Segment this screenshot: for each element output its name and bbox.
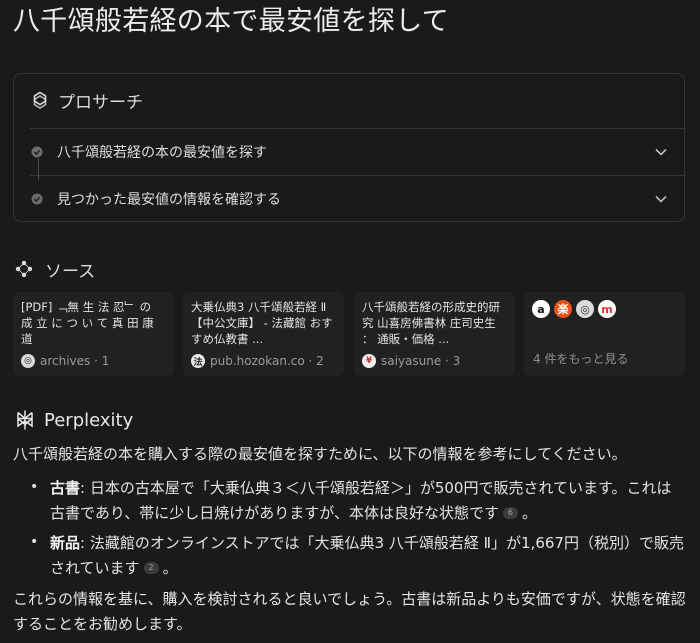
- answer-bullet: 古書: 日本の古本屋で「大乗仏典３＜八千頌般若経＞」が500円で販売されています…: [50, 476, 686, 526]
- more-sources-label: 4 件をもっと見る: [533, 352, 629, 366]
- bullet-end: 。: [162, 559, 178, 577]
- source-meta: 法 pub.hozokan.co · 2: [191, 354, 324, 368]
- source-title: [PDF] ﹁無 生 法 忍﹂ の 成 立 に つ い て 真 田 康 道: [21, 300, 154, 346]
- answer-conclusion: これらの情報を基に、購入を検討されると良いでしょう。古書は新品よりも安価ですが、…: [13, 590, 686, 633]
- sources-header: ソース: [14, 257, 96, 282]
- bullet-label: 新品: [50, 534, 81, 552]
- answer-header: Perplexity: [14, 407, 133, 433]
- pro-search-step[interactable]: 見つかった最安値の情報を確認する: [30, 175, 686, 222]
- answer-intro: 八千頌般若経の本を購入する際の最安値を探すために、以下の情報を参考にしてください…: [13, 445, 627, 463]
- sources-icon: [15, 260, 33, 278]
- source-meta: ◎ archives · 1: [21, 354, 109, 368]
- bullet-label: 古書: [50, 479, 81, 497]
- globe-icon: ◎: [21, 354, 35, 368]
- bullet-text: : 日本の古本屋で「大乗仏典３＜八千頌般若経＞」が500円で販売されています。こ…: [50, 479, 672, 522]
- source-site: archives · 1: [40, 354, 110, 368]
- sources-label: ソース: [45, 261, 96, 282]
- more-sources-icons: a 楽 ◎ m: [532, 300, 620, 318]
- source-site: saiyasune · 3: [381, 354, 461, 368]
- source-title: 大乗仏典3 八千頌般若経 Ⅱ 【中公文庫】 - 法藏館 おすすめ仏教書 ...: [191, 300, 333, 346]
- citation-badge[interactable]: 2: [143, 562, 159, 574]
- pro-search-step[interactable]: 八千頌般若経の本の最安値を探す: [30, 128, 686, 175]
- more-sources-card[interactable]: a 楽 ◎ m 4 件をもっと見る: [524, 292, 685, 376]
- bullet-marker: •: [30, 479, 39, 495]
- pro-search-icon: [33, 91, 47, 109]
- source-card[interactable]: 大乗仏典3 八千頌般若経 Ⅱ 【中公文庫】 - 法藏館 おすすめ仏教書 ... …: [183, 292, 344, 376]
- saiyasune-favicon: ¥: [362, 354, 376, 368]
- source-card[interactable]: 八千頌般若経の形成史的研究 山喜房佛書林 庄司史生 ： 通販・価格 ... ¥ …: [354, 292, 515, 376]
- hozokan-favicon: 法: [191, 354, 205, 368]
- step-check-icon: [31, 193, 43, 205]
- pro-search-header: プロサーチ: [30, 88, 143, 113]
- query-title: 八千頌般若経の本で最安値を探して: [13, 6, 449, 37]
- step-check-icon: [31, 146, 43, 158]
- pro-search-label: プロサーチ: [58, 92, 143, 113]
- step-connector: [38, 158, 39, 180]
- answer-bullet: 新品: 法藏館のオンラインストアでは「大乗仏典3 八千頌般若経 Ⅱ」が1,667…: [50, 531, 686, 581]
- source-meta: ¥ saiyasune · 3: [362, 354, 460, 368]
- amazon-icon: a: [532, 300, 550, 318]
- citation-badge[interactable]: 6: [502, 507, 518, 519]
- source-card[interactable]: [PDF] ﹁無 生 法 忍﹂ の 成 立 に つ い て 真 田 康 道 ◎ …: [13, 292, 174, 376]
- bullet-marker: •: [30, 534, 39, 550]
- source-site: pub.hozokan.co · 2: [210, 354, 324, 368]
- chevron-down-icon[interactable]: [654, 192, 668, 206]
- pro-search-panel: プロサーチ 八千頌般若経の本の最安値を探す 見つかった最安値の情報を確認する: [13, 73, 686, 222]
- chevron-down-icon[interactable]: [654, 145, 668, 159]
- perplexity-logo-icon: [17, 410, 33, 430]
- mercari-icon: m: [598, 300, 616, 318]
- globe-icon: ◎: [576, 300, 594, 318]
- answer-brand: Perplexity: [44, 409, 134, 431]
- bullet-end: 。: [521, 504, 537, 522]
- rakuten-icon: 楽: [554, 300, 572, 318]
- step-label: 八千頌般若経の本の最安値を探す: [57, 145, 267, 161]
- source-title: 八千頌般若経の形成史的研究 山喜房佛書林 庄司史生 ： 通販・価格 ...: [362, 300, 500, 346]
- step-label: 見つかった最安値の情報を確認する: [57, 192, 281, 208]
